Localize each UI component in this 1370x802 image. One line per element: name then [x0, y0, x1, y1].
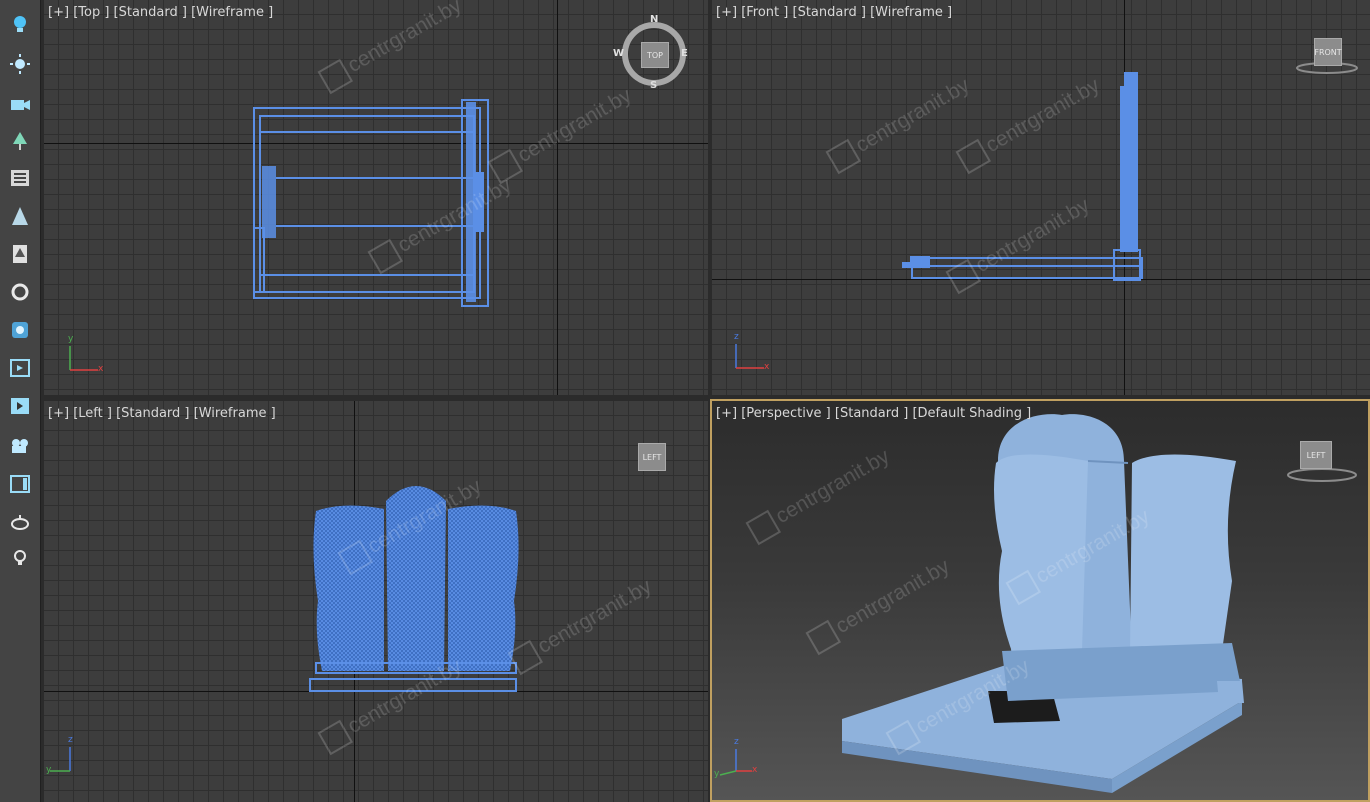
- viewport-icon[interactable]: [6, 354, 34, 382]
- viewport-menu-shading[interactable]: [Wireframe ]: [194, 406, 276, 421]
- viewport-label-front: [+] [Front ] [Standard ] [Wireframe ]: [716, 5, 952, 20]
- gizmo-x-label: x: [752, 765, 758, 775]
- viewcube-face[interactable]: FRONT: [1314, 38, 1342, 66]
- model-shaded-perspective: [842, 414, 1244, 793]
- axis-gizmo: z y: [46, 735, 86, 777]
- viewport-label-top: [+] [Top ] [Standard ] [Wireframe ]: [48, 5, 273, 20]
- viewport-menu-shading[interactable]: [Wireframe ]: [191, 5, 273, 20]
- viewport-menu-preset[interactable]: [Standard ]: [116, 406, 189, 421]
- viewport-perspective[interactable]: LEFT z x y [+] [Perspective ] [Standard …: [710, 399, 1370, 802]
- viewport-top[interactable]: TOP N S E W y x [+] [Top ] [Standard ] […: [44, 0, 708, 395]
- gizmo-x-label: x: [98, 364, 104, 374]
- viewport-menu-preset[interactable]: [Standard ]: [114, 5, 187, 20]
- viewport-menu-shading[interactable]: [Wireframe ]: [870, 5, 952, 20]
- gizmo-y-label: y: [46, 765, 52, 775]
- compass-n-label: N: [650, 14, 659, 25]
- gizmo-z-label: z: [734, 737, 739, 747]
- axis-gizmo: y x: [64, 334, 104, 376]
- viewport-menu-view[interactable]: [Front ]: [741, 5, 788, 20]
- bulb-small-icon[interactable]: [6, 544, 34, 572]
- viewport-menu-plus[interactable]: [+]: [48, 406, 69, 421]
- viewcube-face[interactable]: LEFT: [638, 443, 666, 471]
- render-frame-icon[interactable]: [6, 392, 34, 420]
- gizmo-y-label: y: [714, 769, 720, 779]
- pot-icon[interactable]: [6, 508, 34, 536]
- viewport-menu-view[interactable]: [Top ]: [73, 5, 109, 20]
- viewport-menu-view[interactable]: [Left ]: [73, 406, 112, 421]
- viewport-label-perspective: [+] [Perspective ] [Standard ] [Default …: [716, 406, 1031, 421]
- viewport-menu-view[interactable]: [Perspective ]: [741, 406, 831, 421]
- viewport-menu-preset[interactable]: [Standard ]: [793, 5, 866, 20]
- viewport-menu-preset[interactable]: [Standard ]: [835, 406, 908, 421]
- rotate-icon[interactable]: [6, 278, 34, 306]
- tree-alt-icon[interactable]: [6, 240, 34, 268]
- gizmo-z-label: z: [734, 332, 739, 342]
- gizmo-x-label: x: [764, 362, 770, 372]
- viewcube-face[interactable]: TOP: [641, 42, 669, 68]
- compass-s-label: S: [650, 80, 658, 91]
- axis-gizmo: z x y: [714, 737, 758, 781]
- teapot-icon[interactable]: [6, 316, 34, 344]
- list-icon[interactable]: [6, 164, 34, 192]
- viewport-menu-shading[interactable]: [Default Shading ]: [912, 406, 1031, 421]
- viewcube[interactable]: LEFT: [1282, 435, 1362, 485]
- viewcube[interactable]: LEFT: [632, 439, 682, 479]
- gizmo-y-label: y: [68, 334, 74, 344]
- gizmo-z-label: z: [68, 735, 73, 745]
- triangle-icon[interactable]: [6, 202, 34, 230]
- viewcube-compass[interactable]: TOP N S E W: [613, 14, 689, 91]
- viewport-menu-plus[interactable]: [+]: [48, 5, 69, 20]
- camera-add-icon[interactable]: [6, 432, 34, 460]
- camera-icon[interactable]: [6, 90, 34, 118]
- command-toolbar: [0, 0, 41, 802]
- viewport-menu-plus[interactable]: [+]: [716, 406, 737, 421]
- viewport-left[interactable]: LEFT z y [+] [Left ] [Standard ] [Wirefr…: [44, 401, 708, 802]
- layout-icon[interactable]: [6, 470, 34, 498]
- model-wireframe-front: [902, 72, 1143, 281]
- lightbulb-icon[interactable]: [6, 10, 34, 38]
- viewport-label-left: [+] [Left ] [Standard ] [Wireframe ]: [48, 406, 276, 421]
- axis-gizmo: z x: [730, 332, 770, 374]
- compass-w-label: W: [613, 48, 625, 59]
- viewport-menu-plus[interactable]: [+]: [716, 5, 737, 20]
- viewcube[interactable]: FRONT: [1292, 32, 1362, 76]
- viewcube-face[interactable]: LEFT: [1300, 441, 1332, 469]
- sun-icon[interactable]: [6, 50, 34, 78]
- tree-icon[interactable]: [6, 127, 34, 155]
- compass-e-label: E: [681, 48, 688, 59]
- viewport-front[interactable]: FRONT z x [+] [Front ] [Standard ] [Wire…: [712, 0, 1370, 395]
